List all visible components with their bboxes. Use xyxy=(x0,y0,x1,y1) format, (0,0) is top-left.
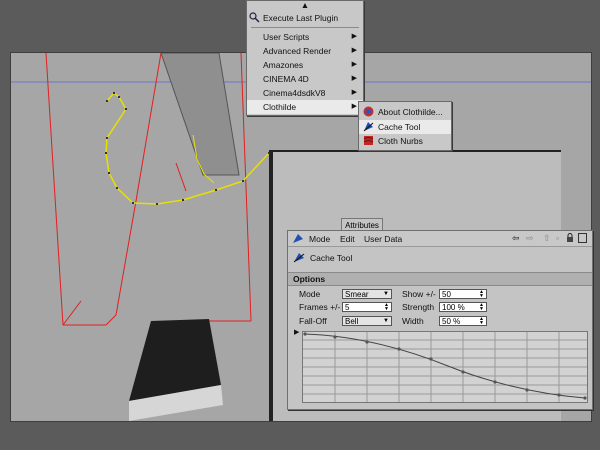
execute-last-plugin-item[interactable]: Execute Last Plugin xyxy=(247,11,363,25)
attributes-panel: Mode Edit User Data ⇦ ⇨ ⇧ ▫ Cache Tool O… xyxy=(287,230,593,410)
back-plane xyxy=(160,53,240,176)
menu-item-amazones[interactable]: Amazones ▶ xyxy=(247,58,363,72)
plugins-menu: ▲ Execute Last Plugin User Scripts ▶ Adva… xyxy=(246,0,364,116)
stepper-arrows-icon[interactable]: ▲ ▼ xyxy=(479,303,485,312)
back-arrow-icon[interactable]: ⇦ xyxy=(512,233,520,244)
falloff-label: Fall-Off xyxy=(299,316,327,326)
falloff-curve-editor[interactable] xyxy=(302,331,588,403)
frames-label: Frames +/- xyxy=(299,302,341,312)
menu-item-cinema-4d[interactable]: CINEMA 4D ▶ xyxy=(247,72,363,86)
forward-arrow-icon[interactable]: ⇨ xyxy=(526,233,534,244)
menu-item-cinema4dsdkv8[interactable]: Cinema4dsdkV8 ▶ xyxy=(247,86,363,100)
falloff-curve-graph xyxy=(303,332,587,402)
object-name: Cache Tool xyxy=(310,253,353,263)
clothilde-submenu: About Clothilde... Cache Tool Cloth Nurb… xyxy=(358,101,452,151)
stepper-arrows-icon[interactable]: ▲ ▼ xyxy=(479,317,485,326)
show-label: Show +/- xyxy=(402,289,436,299)
menu-mode[interactable]: Mode xyxy=(309,234,330,244)
lock-icon[interactable] xyxy=(566,233,574,243)
menu-item-advanced-render[interactable]: Advanced Render ▶ xyxy=(247,44,363,58)
scroll-up-arrow-icon[interactable]: ▲ xyxy=(247,1,363,10)
submenu-arrow-icon: ▶ xyxy=(351,89,357,96)
show-field[interactable]: 50 ▲ ▼ xyxy=(439,289,487,299)
dropdown-arrow-icon: ▼ xyxy=(383,291,389,297)
attributes-menubar: Mode Edit User Data ⇦ ⇨ ⇧ ▫ xyxy=(288,231,592,247)
options-header: Options xyxy=(288,272,592,286)
new-panel-icon[interactable]: ▫ xyxy=(556,233,559,243)
cache-tool-object-icon xyxy=(293,252,305,263)
up-arrow-icon[interactable]: ⇧ xyxy=(543,233,551,244)
submenu-arrow-icon: ▶ xyxy=(351,61,357,68)
curve-expand-arrow-icon[interactable]: ▶ xyxy=(294,328,299,336)
mode-label: Mode xyxy=(299,289,321,299)
dropdown-arrow-icon: ▼ xyxy=(383,318,389,324)
attributes-mode-icon[interactable] xyxy=(292,233,304,244)
stepper-arrows-icon[interactable]: ▲ ▼ xyxy=(384,303,390,312)
submenu-arrow-icon: ▶ xyxy=(351,47,357,54)
width-field[interactable]: 50 % ▲ ▼ xyxy=(439,316,487,326)
menu-item-cloth-nurbs[interactable]: Cloth Nurbs xyxy=(359,134,451,148)
strength-label: Strength xyxy=(402,302,435,312)
execute-last-plugin-label: Execute Last Plugin xyxy=(263,13,339,23)
stepper-arrows-icon[interactable]: ▲ ▼ xyxy=(479,290,485,299)
menu-edit[interactable]: Edit xyxy=(340,234,355,244)
new-window-icon[interactable] xyxy=(578,233,587,243)
submenu-arrow-icon: ▶ xyxy=(351,75,357,82)
cloth-nurbs-icon xyxy=(363,135,374,146)
wall-edge xyxy=(269,151,273,421)
menu-item-cache-tool[interactable]: Cache Tool xyxy=(359,120,451,134)
mode-value: Smear xyxy=(345,290,369,299)
falloff-dropdown[interactable]: Bell ▼ xyxy=(342,316,392,326)
menu-item-about-clothilde[interactable]: About Clothilde... xyxy=(359,105,451,119)
width-label: Width xyxy=(402,316,424,326)
menu-item-clothilde[interactable]: Clothilde ▶ xyxy=(247,100,363,114)
about-info-icon xyxy=(363,106,374,117)
mode-dropdown[interactable]: Smear ▼ xyxy=(342,289,392,299)
submenu-arrow-icon: ▶ xyxy=(351,103,357,110)
options-title: Options xyxy=(293,274,326,284)
submenu-arrow-icon: ▶ xyxy=(351,33,357,40)
plugin-execute-icon xyxy=(249,12,260,23)
menu-user-data[interactable]: User Data xyxy=(364,234,402,244)
menu-item-user-scripts[interactable]: User Scripts ▶ xyxy=(247,30,363,44)
cache-tool-icon xyxy=(363,121,374,132)
strength-field[interactable]: 100 % ▲ ▼ xyxy=(439,302,487,312)
frames-field[interactable]: 5 ▲ ▼ xyxy=(342,302,392,312)
